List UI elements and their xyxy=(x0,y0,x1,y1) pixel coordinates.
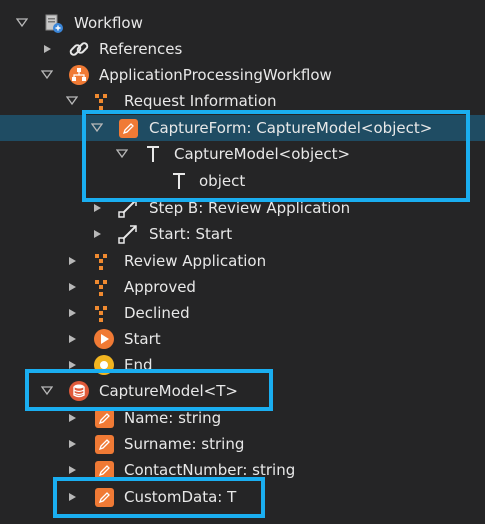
workflow-folder-icon xyxy=(43,12,65,34)
edit-field-icon xyxy=(93,433,115,455)
step-icon xyxy=(93,302,115,324)
tree-label: ApplicationProcessingWorkflow xyxy=(99,66,332,84)
tree-label: Start: Start xyxy=(149,225,233,243)
chevron-right-icon[interactable] xyxy=(65,248,79,274)
tree-row-declined[interactable]: Declined xyxy=(0,300,485,326)
step-icon xyxy=(93,90,115,112)
chevron-right-icon[interactable] xyxy=(65,431,79,457)
tree-label: Review Application xyxy=(124,252,267,270)
tree-row-approved[interactable]: Approved xyxy=(0,274,485,300)
step-icon xyxy=(93,276,115,298)
tree-row-surname[interactable]: Surname: string xyxy=(0,431,485,457)
workflow-process-icon xyxy=(68,64,90,86)
chevron-right-icon[interactable] xyxy=(65,300,79,326)
tree-label: References xyxy=(99,40,183,58)
step-icon xyxy=(93,250,115,272)
chevron-down-icon[interactable] xyxy=(40,62,54,88)
highlight-capture-model-t-box xyxy=(25,369,273,411)
tree-row-start[interactable]: Start xyxy=(0,326,485,352)
chevron-right-icon[interactable] xyxy=(65,274,79,300)
chevron-right-icon[interactable] xyxy=(40,36,54,62)
highlight-capture-form-box xyxy=(82,110,470,202)
link-icon xyxy=(68,38,90,60)
tree-row-workflow[interactable]: Workflow xyxy=(0,10,485,36)
chevron-down-icon[interactable] xyxy=(65,88,79,114)
transition-icon xyxy=(117,223,139,245)
chevron-down-icon[interactable] xyxy=(15,10,29,36)
tree-label: Workflow xyxy=(74,14,143,32)
tree-row-references[interactable]: References xyxy=(0,36,485,62)
start-icon xyxy=(93,328,115,350)
highlight-custom-data-box xyxy=(53,477,265,518)
tree-label: Start xyxy=(124,330,161,348)
tree-label: Declined xyxy=(124,304,190,322)
tree-row-start-transition[interactable]: Start: Start xyxy=(0,221,485,247)
tree-label: Surname: string xyxy=(124,435,245,453)
chevron-right-icon[interactable] xyxy=(90,221,104,247)
tree-row-application-processing-workflow[interactable]: ApplicationProcessingWorkflow xyxy=(0,62,485,88)
tree-row-review-application[interactable]: Review Application xyxy=(0,248,485,274)
tree-label: Approved xyxy=(124,278,196,296)
chevron-right-icon[interactable] xyxy=(65,326,79,352)
